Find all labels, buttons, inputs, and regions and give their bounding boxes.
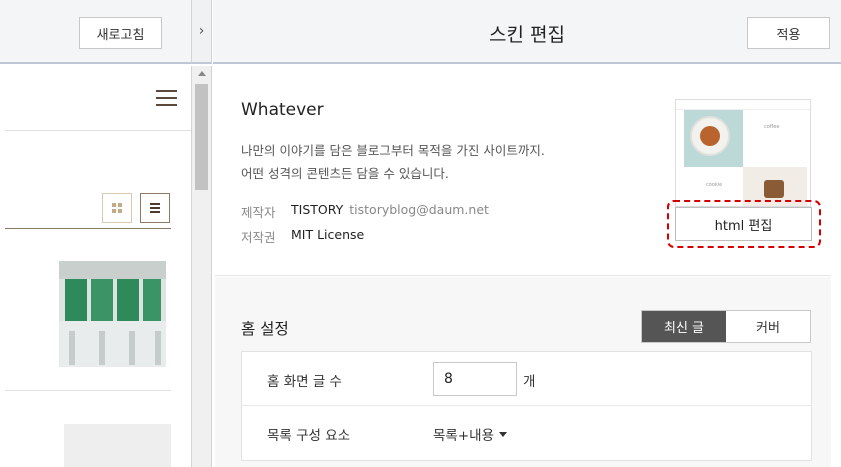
blog-preview — [0, 66, 191, 467]
skin-name: Whatever — [241, 100, 324, 120]
collapse-toggle-button[interactable]: › — [191, 0, 212, 64]
author-row: 제작자 TISTORY tistoryblog@daum.net — [241, 202, 489, 221]
menu-icon[interactable] — [156, 90, 177, 107]
editor-header: 스킨 편집 적용 — [213, 0, 841, 64]
setting-row: 홈 화면 글 수 개 — [242, 352, 811, 406]
caret-down-icon — [499, 431, 507, 437]
highlight-annotation — [667, 200, 821, 248]
license-value: MIT License — [291, 227, 365, 242]
divider — [5, 228, 171, 229]
list-view-icon[interactable] — [140, 193, 170, 223]
post-count-unit: 개 — [523, 374, 536, 390]
home-mode-tabs: 최신 글 커버 — [641, 310, 811, 343]
scroll-thumb[interactable] — [195, 84, 208, 190]
tab-cover[interactable]: 커버 — [726, 311, 810, 342]
post-thumbnail[interactable] — [59, 261, 166, 367]
divider — [5, 130, 191, 131]
list-layout-label: 목록 구성 요소 — [267, 428, 351, 444]
refresh-button[interactable]: 새로고침 — [79, 17, 162, 49]
scroll-up-arrow-icon[interactable] — [198, 71, 206, 76]
preview-scrollbar[interactable] — [191, 66, 212, 467]
tab-latest-posts[interactable]: 최신 글 — [642, 311, 726, 342]
post-thumbnail-placeholder[interactable] — [64, 424, 171, 467]
list-layout-value: 목록+내용 — [433, 428, 494, 444]
chevron-right-icon: › — [198, 23, 205, 39]
apply-button[interactable]: 적용 — [747, 17, 830, 49]
license-row: 저작권 MIT License — [241, 227, 364, 246]
grid-view-icon[interactable] — [102, 193, 132, 223]
skin-description: 나만의 이야기를 담은 블로그부터 목적을 가진 사이트까지. 어떤 성격의 콘… — [241, 139, 545, 185]
home-settings-panel: 홈 설정 최신 글 커버 홈 화면 글 수 개 목록 구성 요소 목록+내용 — [215, 277, 831, 467]
thumbnail-text: coffee — [764, 124, 780, 130]
divider — [5, 390, 171, 391]
list-layout-select[interactable]: 목록+내용 — [433, 424, 507, 444]
thumbnail-text: cookie — [706, 182, 723, 188]
setting-row: 목록 구성 요소 목록+내용 — [242, 406, 811, 460]
skin-thumbnail: coffee cookie — [675, 99, 811, 207]
author-name: TISTORY — [291, 202, 344, 217]
license-label: 저작권 — [241, 230, 276, 245]
settings-table: 홈 화면 글 수 개 목록 구성 요소 목록+내용 — [241, 351, 812, 461]
description-line: 나만의 이야기를 담은 블로그부터 목적을 가진 사이트까지. — [241, 143, 545, 158]
author-email: tistoryblog@daum.net — [349, 202, 489, 217]
description-line: 어떤 성격의 콘텐츠든 담을 수 있습니다. — [241, 166, 449, 181]
preview-header: 새로고침 — [0, 0, 191, 64]
post-count-label: 홈 화면 글 수 — [267, 374, 342, 390]
section-title: 홈 설정 — [241, 320, 289, 338]
author-label: 제작자 — [241, 205, 276, 220]
post-count-input[interactable] — [433, 362, 517, 396]
